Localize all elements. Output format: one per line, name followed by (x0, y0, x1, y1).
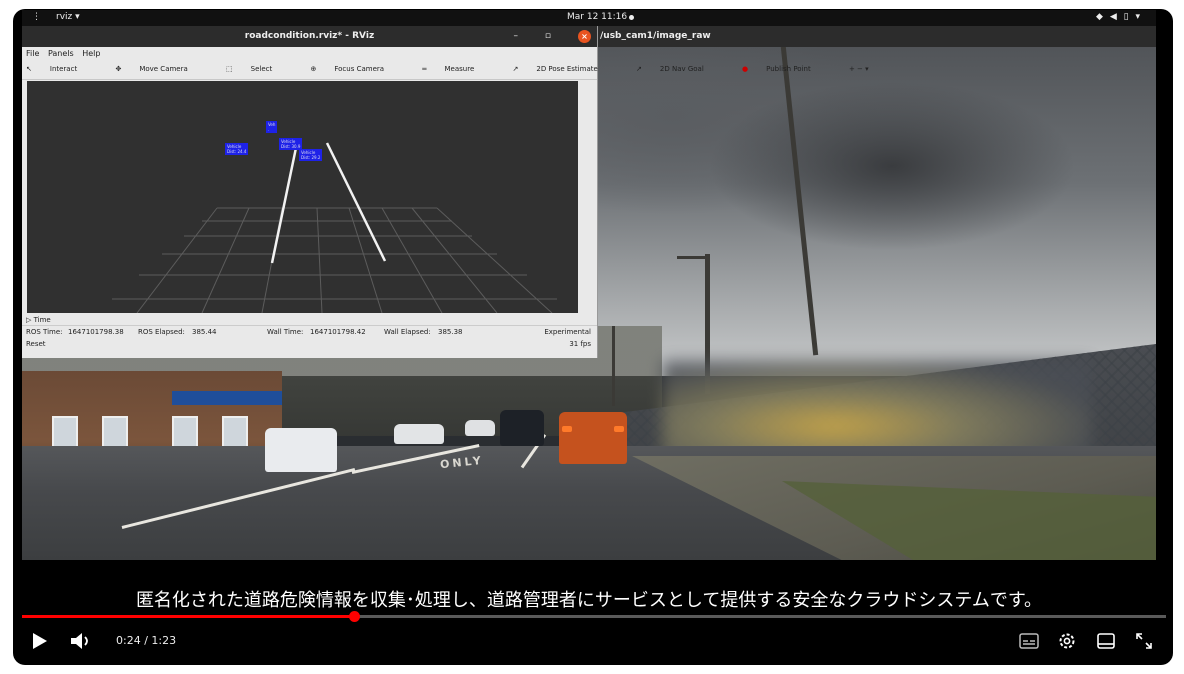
ros-time-value: 1647101798.38 (68, 328, 124, 336)
tool-select[interactable]: ⬚ Select (226, 65, 290, 73)
add-tool-icon[interactable]: + − ▾ (849, 65, 869, 73)
rviz-title-bar[interactable]: roadcondition.rviz* - RViz – ▫ × (22, 26, 597, 47)
publish-point-icon: ● (742, 65, 749, 73)
time-panel: ▷ Time ROS Time: 1647101798.38 ROS Elaps… (22, 315, 597, 358)
tool-label: Interact (49, 65, 78, 73)
street-light-arm (677, 256, 709, 259)
tool-label: Move Camera (139, 65, 188, 73)
focus-camera-icon: ⊕ (310, 65, 317, 73)
power-menu-icon: ▾ (1135, 12, 1142, 22)
ros-time-label: ROS Time: (26, 328, 63, 336)
time-values-row: ROS Time: 1647101798.38 ROS Elapsed: 385… (22, 326, 597, 338)
car-taillight (614, 426, 624, 432)
move-camera-icon: ✥ (115, 65, 122, 73)
tool-move-camera[interactable]: ✥ Move Camera (115, 65, 205, 73)
fps-readout: 31 fps (569, 340, 591, 348)
marker-distance: . (268, 127, 270, 132)
reset-button[interactable]: Reset (26, 338, 46, 350)
rviz-window[interactable]: roadcondition.rviz* - RViz – ▫ × File Pa… (22, 26, 869, 358)
menu-file[interactable]: File (26, 49, 39, 58)
clock[interactable]: Mar 12 11:16 (567, 12, 627, 22)
rviz-menu-bar: File Panels Help (22, 47, 597, 60)
marker-distance: Dist: 30.9 (281, 144, 301, 149)
menu-panels[interactable]: Panels (48, 49, 74, 58)
traffic-signal-pole (612, 326, 615, 406)
vehicle-marker: Vehicle Dist: 30.9 (279, 138, 303, 150)
wall-elapsed-label: Wall Elapsed: (384, 328, 431, 336)
desktop-top-bar: ⋮ rviz ▾ Mar 12 11:16 ◆ ◀ ▯ ▾ (22, 10, 1156, 26)
rviz-toolbar: ↖ Interact ✥ Move Camera ⬚ Select ⊕ Focus Ca… (22, 60, 869, 80)
progress-fill (22, 615, 354, 618)
camera-window-title[interactable]: /usb_cam1/image_raw (598, 26, 1156, 47)
vehicle-marker: Vehicle Dist: 29.2 (299, 149, 323, 161)
vehicle-marker: Veh . (266, 121, 278, 133)
fullscreen-icon[interactable] (1136, 633, 1152, 649)
tool-label: Focus Camera (334, 65, 385, 73)
progress-bar[interactable] (22, 611, 1166, 622)
time-actions-row: Reset 31 fps (22, 338, 597, 350)
theater-mode-icon[interactable] (1097, 633, 1115, 649)
wall-time-label: Wall Time: (267, 328, 304, 336)
volume-icon[interactable] (71, 632, 91, 650)
tool-label: 2D Pose Estimate (536, 65, 598, 73)
scrubber-handle[interactable] (349, 611, 360, 622)
orange-car (559, 412, 627, 464)
tool-measure[interactable]: ═ Measure (422, 65, 492, 73)
tool-interact[interactable]: ↖ Interact (26, 65, 95, 73)
measure-icon: ═ (422, 65, 427, 73)
rviz-title: roadcondition.rviz* - RViz (244, 31, 375, 41)
tool-label: 2D Nav Goal (659, 65, 704, 73)
vehicle-marker: Vehicle Dist: 24.4 (225, 143, 249, 155)
close-icon[interactable]: × (578, 30, 591, 43)
white-car (465, 420, 495, 436)
wall-time-value: 1647101798.42 (310, 328, 366, 336)
dark-suv (500, 410, 544, 446)
tool-label: Measure (444, 65, 475, 73)
settings-gear-icon[interactable] (1058, 632, 1076, 650)
system-tray[interactable]: ◆ ◀ ▯ ▾ (1096, 12, 1142, 22)
rviz-3d-viewport[interactable]: Vehicle Dist: 24.4 Vehicle Dist: 29.2 Ve… (27, 81, 578, 314)
tool-label: Publish Point (766, 65, 811, 73)
wifi-icon: ◆ (1096, 12, 1105, 22)
tool-2d-pose-estimate[interactable]: ↗ 2D Pose Estimate (512, 65, 615, 73)
video-subtitle: 匿名化された道路危険情報を収集･処理し、道路管理者にサービスとして提供する安全な… (135, 590, 1043, 611)
grid-and-lanes (112, 142, 557, 314)
tool-label: Select (250, 65, 273, 73)
blue-awning (172, 391, 282, 405)
nav-arrow-icon: ↗ (636, 65, 642, 73)
collapse-icon[interactable]: ▷ (26, 316, 34, 324)
select-icon: ⬚ (226, 65, 233, 73)
tool-2d-nav-goal[interactable]: ↗ 2D Nav Goal (636, 65, 722, 73)
marker-distance: Dist: 29.2 (301, 155, 321, 160)
time-panel-header[interactable]: ▷ Time (22, 315, 597, 326)
wall-elapsed-value: 385.38 (438, 328, 463, 336)
lane-line-left (270, 142, 299, 264)
subtitles-icon[interactable] (1019, 633, 1039, 649)
video-frame[interactable]: ONLY /usb_cam1/image_raw roadcondition.r… (22, 26, 1156, 560)
battery-icon: ▯ (1123, 12, 1131, 22)
time-display: 0:24 / 1:23 (116, 634, 177, 647)
ros-elapsed-value: 385.44 (192, 328, 217, 336)
menu-help[interactable]: Help (82, 49, 100, 58)
white-suv (265, 428, 337, 472)
app-menu[interactable]: rviz ▾ (56, 12, 80, 22)
play-icon[interactable] (33, 633, 47, 649)
notification-dot (629, 15, 634, 20)
tool-publish-point[interactable]: ● Publish Point (742, 65, 829, 73)
volume-icon: ◀ (1109, 12, 1119, 22)
experimental-checkbox[interactable]: Experimental (544, 326, 591, 338)
ros-elapsed-label: ROS Elapsed: (138, 328, 185, 336)
pose-arrow-icon: ↗ (512, 65, 519, 73)
tool-focus-camera[interactable]: ⊕ Focus Camera (310, 65, 402, 73)
interact-icon: ↖ (26, 65, 32, 73)
white-car (394, 424, 444, 444)
car-taillight (562, 426, 572, 432)
time-panel-title: Time (33, 316, 51, 324)
lane-line-right (325, 142, 387, 262)
marker-distance: Dist: 24.4 (227, 149, 247, 154)
activities-button[interactable]: ⋮ (32, 12, 41, 22)
window-min-max-buttons[interactable]: – ▫ (514, 26, 563, 47)
